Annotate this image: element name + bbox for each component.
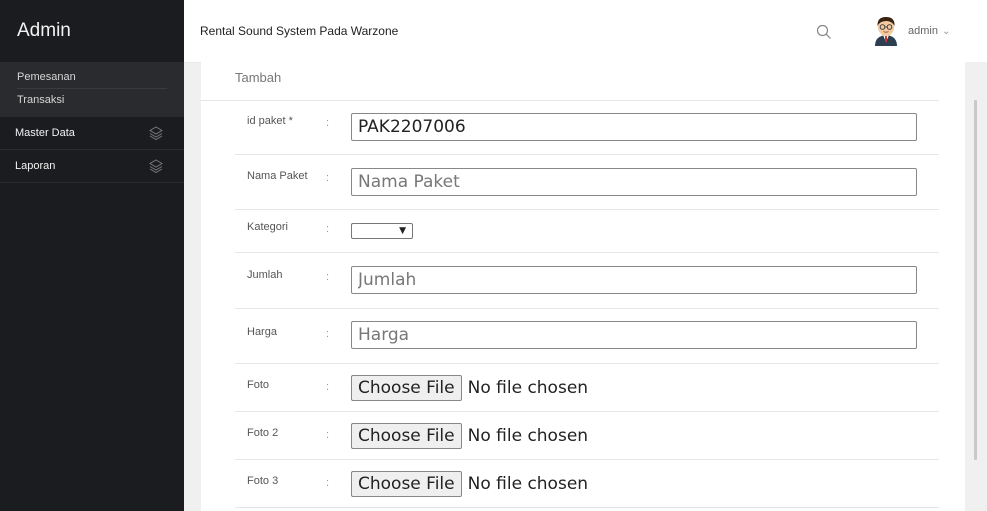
sidebar-item-label: Master Data (15, 127, 75, 139)
scrollbar-track[interactable] (965, 62, 987, 511)
colon: : (326, 271, 330, 283)
jumlah-input[interactable] (351, 266, 917, 294)
choose-file-button[interactable]: Choose File (351, 423, 462, 449)
jumlah-label: Jumlah (247, 269, 283, 281)
colon: : (326, 172, 330, 184)
colon: : (326, 477, 330, 489)
sidebar-submenu: Pemesanan Transaksi (0, 62, 184, 117)
nama-paket-label: Nama Paket (247, 170, 308, 182)
choose-file-button[interactable]: Choose File (351, 375, 462, 401)
file-status: No file chosen (467, 474, 589, 494)
foto-file-input[interactable]: Choose File No file chosen (351, 375, 588, 401)
form-row-nama-paket: Nama Paket : (235, 155, 939, 210)
sidebar: Admin Pemesanan Transaksi Master Data La… (0, 0, 184, 511)
scrollbar-thumb[interactable] (974, 100, 977, 460)
id-paket-input[interactable] (351, 113, 917, 141)
choose-file-button[interactable]: Choose File (351, 471, 462, 497)
foto-3-label: Foto 3 (247, 475, 279, 487)
form-row-kategori: Kategori : ▼ (235, 210, 939, 253)
main-content: Tambah id paket * : Nama Paket : Kategor… (201, 62, 965, 511)
file-status: No file chosen (467, 378, 589, 398)
form-row-id-paket: id paket * : (235, 101, 939, 155)
kategori-label: Kategori (247, 221, 288, 233)
user-menu[interactable]: admin ⌄ (908, 0, 950, 63)
colon: : (326, 429, 330, 441)
colon: : (326, 381, 330, 393)
kategori-select[interactable]: ▼ (351, 223, 413, 239)
user-name: admin (908, 25, 938, 37)
sidebar-item-laporan[interactable]: Laporan (0, 150, 184, 183)
harga-label: Harga (247, 326, 277, 338)
colon: : (326, 328, 330, 340)
form-row-foto-3: Foto 3 : Choose File No file chosen (235, 460, 939, 508)
harga-input[interactable] (351, 321, 917, 349)
colon: : (326, 117, 330, 129)
foto-2-label: Foto 2 (247, 427, 279, 439)
foto-label: Foto (247, 379, 270, 391)
sidebar-item-master-data[interactable]: Master Data (0, 117, 184, 150)
id-paket-label: id paket * (247, 115, 293, 127)
app-title: Rental Sound System Pada Warzone (200, 24, 399, 38)
search-icon[interactable] (816, 24, 832, 40)
sidebar-item-label: Laporan (15, 160, 56, 172)
layers-icon (149, 126, 163, 141)
chevron-down-icon: ⌄ (941, 26, 951, 37)
layers-icon (149, 159, 163, 174)
form-row-foto: Foto : Choose File No file chosen (235, 364, 939, 412)
nama-paket-input[interactable] (351, 168, 917, 196)
colon: : (326, 223, 330, 235)
page-title: Tambah (201, 62, 939, 101)
sidebar-brand: Admin (17, 20, 71, 41)
sidebar-item-pemesanan[interactable]: Pemesanan (0, 66, 184, 88)
top-bar: Rental Sound System Pada Warzone admin ⌄ (184, 0, 987, 63)
file-status: No file chosen (467, 426, 589, 446)
avatar[interactable] (871, 14, 901, 46)
form-row-foto-2: Foto 2 : Choose File No file chosen (235, 412, 939, 460)
form-row-jumlah: Jumlah : (235, 253, 939, 309)
form-row-harga: Harga : (235, 309, 939, 364)
chevron-down-icon: ▼ (399, 226, 406, 236)
sidebar-item-transaksi[interactable]: Transaksi (0, 89, 184, 111)
foto-2-file-input[interactable]: Choose File No file chosen (351, 423, 588, 449)
foto-3-file-input[interactable]: Choose File No file chosen (351, 471, 588, 497)
